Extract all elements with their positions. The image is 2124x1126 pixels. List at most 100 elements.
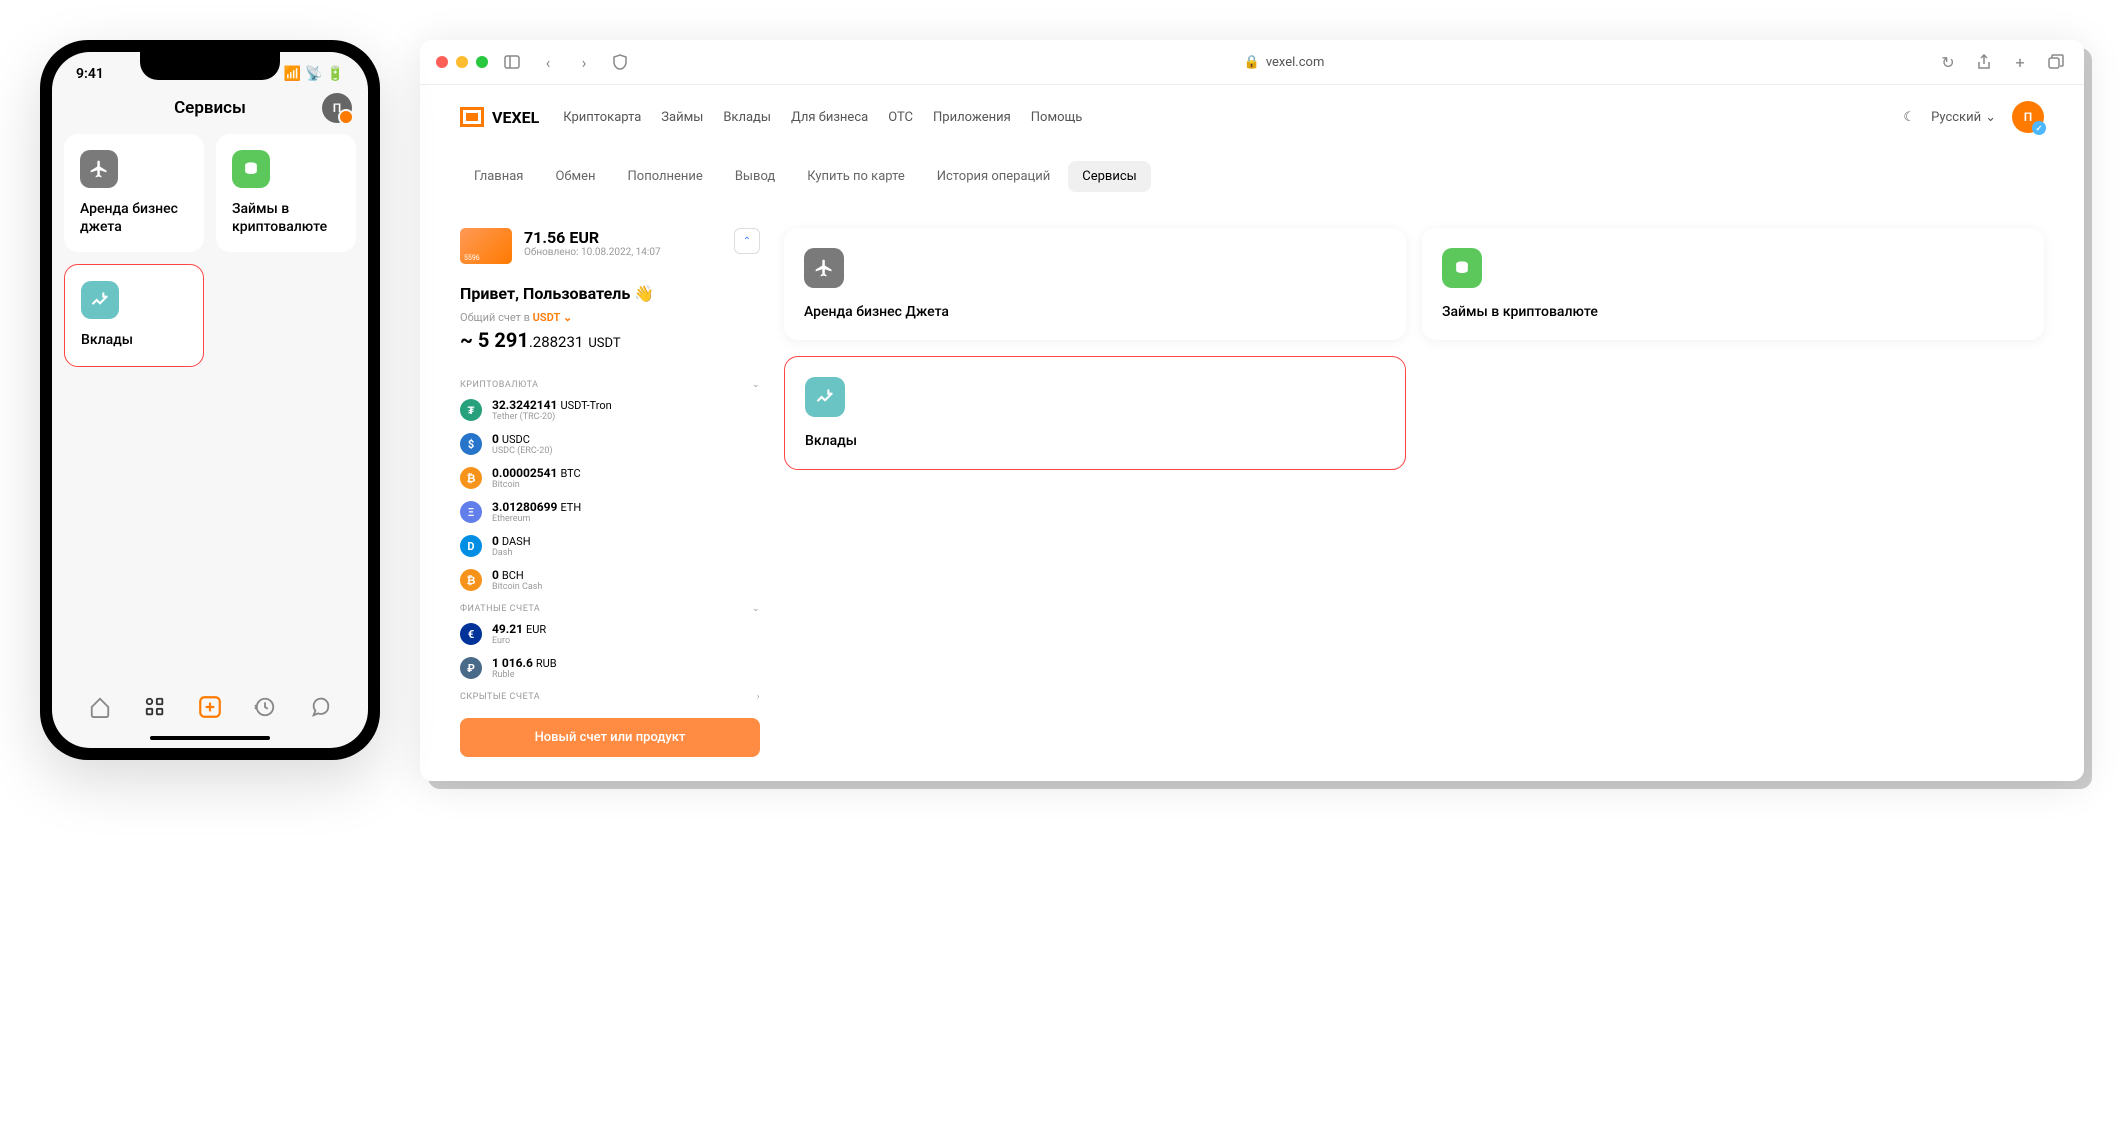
nav-add-icon[interactable] [197, 694, 223, 720]
home-indicator [150, 736, 270, 740]
chart-icon [81, 281, 119, 319]
coin-icon: Ξ [460, 501, 482, 523]
fiat-section-label[interactable]: ФИАТНЫЕ СЧЕТА⌄ [460, 604, 760, 614]
battery-icon: 🔋 [327, 66, 344, 82]
coin-row[interactable]: ₿0 BCHBitcoin Cash [460, 568, 760, 592]
chevron-down-icon: ⌄ [752, 380, 760, 390]
coin-icon: ₿ [460, 467, 482, 489]
browser-window: ‹ › 🔒 vexel.com ↻ + VEXEL Криптокарта Зай… [420, 40, 2084, 781]
coin-row[interactable]: ₽1 016.6 RUBRuble [460, 656, 760, 680]
service-card[interactable]: Займы в криптовалюте [1422, 228, 2044, 340]
window-maximize-icon[interactable] [476, 56, 488, 68]
service-card[interactable]: Вклады [784, 356, 1406, 470]
language-select[interactable]: Русский ⌄ [1931, 110, 1996, 125]
phone-notch [140, 52, 280, 80]
card-title: Аренда бизнес джета [80, 200, 188, 236]
sub-nav-item[interactable]: Вывод [721, 161, 789, 192]
phone-service-card[interactable]: Вклады [64, 264, 204, 366]
coin-icon: ₿ [460, 569, 482, 591]
plane-icon [80, 150, 118, 188]
sub-nav-item[interactable]: Главная [460, 161, 537, 192]
card-image [460, 228, 512, 264]
chevron-down-icon: ⌄ [563, 311, 572, 324]
share-icon[interactable] [1972, 50, 1996, 74]
service-card[interactable]: Аренда бизнес Джета [784, 228, 1406, 340]
lock-icon: 🔒 [1244, 55, 1260, 70]
nav-link[interactable]: Для бизнеса [791, 110, 868, 125]
reload-icon[interactable]: ↻ [1936, 50, 1960, 74]
balance-amount: 71.56 EUR [524, 228, 661, 247]
service-title: Займы в криптовалюте [1442, 304, 2024, 320]
sub-nav-item[interactable]: Пополнение [614, 161, 717, 192]
user-avatar[interactable]: П [2012, 101, 2044, 133]
nav-home-icon[interactable] [87, 694, 113, 720]
browser-toolbar: ‹ › 🔒 vexel.com ↻ + [420, 40, 2084, 85]
plane-icon [804, 248, 844, 288]
sub-nav-item[interactable]: Сервисы [1068, 161, 1151, 192]
coin-icon: D [460, 535, 482, 557]
chevron-down-icon: ⌄ [1985, 110, 1996, 125]
nav-link[interactable]: Криптокарта [563, 110, 641, 125]
coin-row[interactable]: $0 USDCUSDC (ERC-20) [460, 432, 760, 456]
coin-row[interactable]: D0 DASHDash [460, 534, 760, 558]
signal-icon: 📶 [284, 66, 301, 82]
sidebar-toggle-icon[interactable] [500, 50, 524, 74]
chevron-right-icon: › [757, 692, 760, 702]
wifi-icon: 📡 [305, 66, 322, 82]
nav-link[interactable]: Приложения [933, 110, 1011, 125]
coin-row[interactable]: Ξ3.01280699 ETHEthereum [460, 500, 760, 524]
nav-link[interactable]: Займы [661, 110, 703, 125]
status-time: 9:41 [76, 66, 104, 82]
address-bar[interactable]: 🔒 vexel.com [644, 55, 1924, 70]
phone-service-card[interactable]: Займы в криптовалюте [216, 134, 356, 252]
service-title: Аренда бизнес Джета [804, 304, 1386, 320]
logo[interactable]: VEXEL [460, 107, 539, 127]
sub-nav-item[interactable]: Обмен [541, 161, 609, 192]
nav-link[interactable]: OTC [888, 110, 913, 125]
coin-row[interactable]: ₿0.00002541 BTCBitcoin [460, 466, 760, 490]
forward-icon[interactable]: › [572, 50, 596, 74]
coins-icon [232, 150, 270, 188]
hidden-section-label[interactable]: СКРЫТЫЕ СЧЕТА› [460, 692, 760, 702]
coin-icon: ₮ [460, 399, 482, 421]
window-minimize-icon[interactable] [456, 56, 468, 68]
theme-toggle-icon[interactable]: ☾ [1903, 110, 1915, 125]
sub-nav-item[interactable]: История операций [923, 161, 1065, 192]
greeting: Привет, Пользователь 👋 [460, 284, 734, 303]
chart-icon [805, 377, 845, 417]
back-icon[interactable]: ‹ [536, 50, 560, 74]
nav-link[interactable]: Вклады [723, 110, 771, 125]
tabs-icon[interactable] [2044, 50, 2068, 74]
sub-nav-item[interactable]: Купить по карте [793, 161, 918, 192]
nav-apps-icon[interactable] [142, 694, 168, 720]
main-nav: VEXEL Криптокарта Займы Вклады Для бизнеса O… [420, 85, 2084, 149]
phone-service-card[interactable]: Аренда бизнес джета [64, 134, 204, 252]
phone-page-title: Сервисы [174, 98, 246, 118]
phone-mockup: 9:41 📶 📡 🔋 Сервисы П Аренда бизнес джета… [40, 40, 380, 760]
new-account-button[interactable]: Новый счет или продукт [460, 718, 760, 757]
balance-card[interactable]: 71.56 EUR Обновлено: 10.08.2022, 14:07 [460, 228, 734, 264]
nav-history-icon[interactable] [252, 694, 278, 720]
total-label: Общий счет в USDT ⌄ [460, 311, 734, 324]
crypto-section-label[interactable]: КРИПТОВАЛЮТА⌄ [460, 380, 760, 390]
coin-row[interactable]: ₮32.3242141 USDT-TronTether (TRC-20) [460, 398, 760, 422]
shield-icon[interactable] [608, 50, 632, 74]
chevron-down-icon: ⌄ [752, 604, 760, 614]
coin-icon: € [460, 623, 482, 645]
collapse-sidebar-icon[interactable]: ⌃ [734, 228, 760, 254]
coin-icon: $ [460, 433, 482, 455]
coin-icon: ₽ [460, 657, 482, 679]
phone-avatar[interactable]: П [322, 93, 352, 123]
new-tab-icon[interactable]: + [2008, 50, 2032, 74]
coins-icon [1442, 248, 1482, 288]
card-title: Вклады [81, 331, 187, 349]
logo-icon [460, 107, 484, 127]
url-text: vexel.com [1266, 55, 1325, 70]
logo-text: VEXEL [492, 108, 539, 127]
coin-row[interactable]: €49.21 EUREuro [460, 622, 760, 646]
service-title: Вклады [805, 433, 1385, 449]
nav-chat-icon[interactable] [307, 694, 333, 720]
nav-link[interactable]: Помощь [1031, 110, 1083, 125]
window-close-icon[interactable] [436, 56, 448, 68]
balance-updated: Обновлено: 10.08.2022, 14:07 [524, 247, 661, 258]
